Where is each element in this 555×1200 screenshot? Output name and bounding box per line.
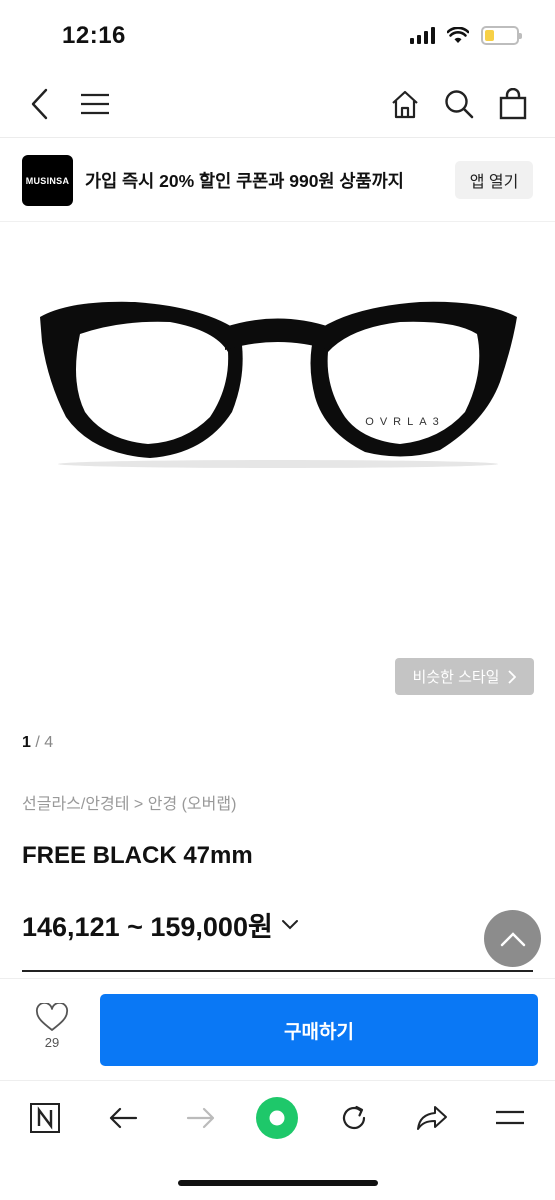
hamburger-icon [496, 1110, 524, 1125]
similar-style-button[interactable]: 비슷한 스타일 [395, 658, 534, 695]
menu-button[interactable] [75, 84, 115, 124]
share-button[interactable] [409, 1095, 455, 1141]
status-icons [410, 26, 522, 45]
product-image[interactable]: OVRLA3 [0, 222, 555, 712]
browser-back-button[interactable] [100, 1095, 146, 1141]
status-time: 12:16 [62, 22, 126, 49]
naver-green-button[interactable] [254, 1095, 300, 1141]
chevron-right-icon [508, 669, 517, 684]
naver-n-icon [30, 1103, 60, 1133]
arrow-right-icon [186, 1107, 215, 1129]
home-indicator [178, 1180, 378, 1186]
back-button[interactable] [20, 84, 60, 124]
green-dot-icon [256, 1097, 298, 1139]
battery-icon [481, 26, 522, 45]
similar-style-label: 비슷한 스타일 [412, 669, 500, 686]
chevron-down-icon [281, 919, 298, 929]
purchase-action-bar: 29 구매하기 [0, 978, 555, 1080]
share-arrow-icon [417, 1106, 447, 1130]
browser-forward-button[interactable] [178, 1095, 224, 1141]
home-icon [392, 90, 418, 119]
status-bar: 12:16 [0, 0, 555, 70]
glasses-image: OVRLA3 [40, 301, 517, 468]
pager-current: 1 [22, 734, 31, 751]
pager-total: / 4 [30, 734, 54, 751]
wifi-icon [447, 27, 469, 43]
cart-button[interactable] [493, 84, 533, 124]
musinsa-logo: MUSINSA [22, 155, 73, 206]
chevron-up-icon [500, 931, 525, 946]
like-button[interactable]: 29 [30, 1003, 74, 1050]
search-button[interactable] [439, 84, 479, 124]
arrow-left-icon [109, 1107, 138, 1129]
nav-bar [0, 70, 555, 138]
search-icon [445, 90, 474, 119]
heart-icon [35, 1003, 69, 1031]
chevron-left-icon [31, 88, 48, 120]
home-button[interactable] [385, 84, 425, 124]
cellular-signal-icon [410, 27, 435, 44]
divider [22, 970, 533, 972]
naver-button[interactable] [22, 1095, 68, 1141]
battery-level [485, 30, 494, 41]
browser-menu-button[interactable] [487, 1095, 533, 1141]
refresh-icon [342, 1105, 366, 1130]
image-pager: 1 / 4 [22, 734, 53, 752]
refresh-button[interactable] [331, 1095, 377, 1141]
lens-brand-text: OVRLA3 [365, 416, 444, 428]
banner-message: 가입 즉시 20% 할인 쿠폰과 990원 상품까지 [85, 171, 404, 191]
breadcrumb[interactable]: 선글라스/안경테 > 안경 (오버랩) [22, 790, 236, 814]
buy-button[interactable]: 구매하기 [100, 994, 538, 1066]
open-app-button[interactable]: 앱 열기 [455, 161, 533, 199]
like-count: 29 [44, 1035, 60, 1050]
product-price: 146,121 ~ 159,000원 [22, 912, 273, 942]
product-title: FREE BLACK 47mm [22, 842, 253, 869]
scroll-top-button[interactable] [484, 910, 541, 967]
shopping-bag-icon [499, 88, 527, 120]
app-banner: MUSINSA 가입 즉시 20% 할인 쿠폰과 990원 상품까지 앱 열기 [0, 138, 555, 222]
price-row[interactable]: 146,121 ~ 159,000원 [22, 905, 299, 944]
hamburger-icon [81, 93, 109, 115]
